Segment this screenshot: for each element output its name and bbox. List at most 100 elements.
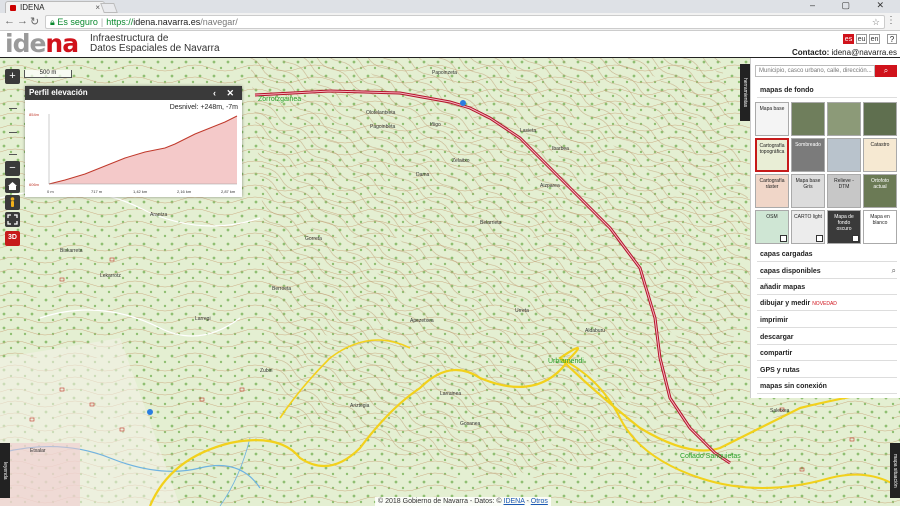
basemap-tile[interactable]: Sombreado — [791, 138, 825, 172]
elevation-xtick: 717 m — [91, 189, 103, 194]
url-path: /navegar/ — [200, 17, 238, 27]
menu-available-layers[interactable]: capas disponibles — [760, 268, 821, 275]
map-summit-label: Zorrotzgainea — [258, 96, 302, 103]
map-label: Gosanea — [460, 421, 481, 427]
basemap-tile[interactable]: Catastro — [863, 138, 897, 172]
lang-eu-button[interactable]: eu — [856, 34, 867, 44]
map-label: Apezetxea — [410, 318, 434, 324]
browser-menu-icon[interactable]: ⋮ — [886, 15, 896, 26]
menu-loaded-layers[interactable]: capas cargadas — [760, 251, 813, 258]
basemap-tile[interactable]: Mapa en blanco — [863, 210, 897, 244]
tab-close-icon[interactable]: × — [95, 2, 100, 13]
elevation-xtick: 2,16 km — [177, 189, 192, 194]
basemap-tile[interactable]: Mapa base — [755, 102, 789, 136]
menu-share[interactable]: compartir — [760, 350, 792, 357]
map-label: Belarrieta — [480, 220, 502, 226]
attribution-others-link[interactable]: Otros — [531, 498, 548, 505]
menu-draw-measure[interactable]: dibujar y medir NOVEDAD — [760, 300, 837, 307]
basemap-tile[interactable]: Mapa de fondo oscuro — [827, 210, 861, 244]
map-label: Gorreta — [305, 236, 322, 242]
basemap-tile[interactable] — [827, 138, 861, 172]
lock-icon: 🔒︎ — [50, 17, 55, 27]
divider — [757, 294, 897, 295]
attribution-idena-link[interactable]: IDENA — [504, 498, 525, 505]
url-separator: | — [100, 17, 104, 27]
map-label: Lekarrotz — [100, 273, 121, 279]
lang-en-button[interactable]: en — [869, 34, 880, 44]
map-label: Arantza — [150, 212, 168, 218]
browser-tab[interactable]: IDENA × — [5, 1, 105, 13]
search-button[interactable]: ⌕ — [875, 65, 897, 77]
basemap-tile-selected[interactable]: Cartografía topográfica — [755, 138, 789, 172]
search-icon[interactable]: ⌕ — [892, 266, 896, 276]
elevation-ymax: 854m — [29, 112, 40, 117]
elevation-ymin: 606m — [29, 182, 40, 187]
basemap-tile[interactable]: Cartografía ráster — [755, 174, 789, 208]
url-field[interactable]: 🔒︎ Es seguro | https://idena.navarra.es/na… — [45, 15, 885, 29]
reload-icon[interactable]: ↻ — [30, 15, 39, 28]
divider — [757, 360, 897, 361]
bookmark-star-icon[interactable]: ☆ — [872, 16, 880, 28]
elevation-panel-controls[interactable]: ‹ ✕ — [213, 86, 238, 100]
menu-offline-maps[interactable]: mapas sin conexión — [760, 383, 827, 390]
menu-download[interactable]: descargar — [760, 334, 793, 341]
elevation-xtick: 1,42 km — [133, 189, 148, 194]
legend-tab[interactable]: leyenda — [0, 443, 10, 498]
3d-view-button[interactable]: 3D — [5, 231, 20, 246]
basemap-tile[interactable]: Ortofoto actual — [863, 174, 897, 208]
scale-bar: 500 m — [24, 70, 72, 78]
url-scheme: https:// — [106, 17, 134, 27]
zoom-tick — [9, 132, 17, 133]
zoom-out-button[interactable]: − — [5, 161, 20, 176]
basemap-tile[interactable]: Mapa base Gris — [791, 174, 825, 208]
menu-gps-routes[interactable]: GPS y rutas — [760, 367, 800, 374]
map-pass-label: Collado Sanquietas — [680, 453, 741, 460]
map-label: Ariztegia — [350, 403, 370, 409]
elevation-xtick: 0 m — [47, 189, 54, 194]
forward-icon[interactable]: → — [17, 15, 28, 27]
browser-tab-bar: IDENA × – ▢ ✕ — [0, 0, 900, 13]
zoom-tick — [9, 154, 17, 155]
back-icon[interactable]: ← — [4, 15, 15, 27]
map-summit-label: Urbiamendi — [548, 358, 584, 365]
help-button[interactable]: ? — [887, 34, 897, 44]
new-tab-button[interactable] — [100, 3, 118, 13]
window-controls[interactable]: – ▢ ✕ — [810, 0, 896, 11]
basemap-tile[interactable]: Relieve - DTM — [827, 174, 861, 208]
map-label: Papoinzeta — [432, 70, 458, 76]
street-view-button[interactable] — [5, 195, 20, 210]
divider — [757, 278, 897, 279]
map-label: Larrainea — [440, 391, 462, 397]
tools-toggle-tab[interactable]: herramientas — [740, 64, 750, 121]
divider — [757, 344, 897, 345]
basemap-tile[interactable] — [827, 102, 861, 136]
favicon-icon — [10, 5, 16, 11]
home-button[interactable] — [5, 178, 20, 193]
map-label: Iñigo — [430, 122, 441, 128]
idena-logo[interactable]: idena — [5, 31, 79, 57]
menu-add-maps[interactable]: añadir mapas — [760, 284, 805, 291]
situation-map-tab[interactable]: mapa situación — [890, 443, 900, 498]
zoom-in-button[interactable]: + — [5, 69, 20, 84]
map-label: Aldaburu — [585, 328, 606, 334]
place-search-input[interactable]: Municipio, casco urbano, calle, direcció… — [755, 65, 875, 77]
divider — [757, 377, 897, 378]
menu-print[interactable]: imprimir — [760, 317, 788, 324]
map-label: Berroeta — [272, 286, 292, 292]
map-label: Zubiri — [260, 368, 273, 374]
home-icon — [8, 182, 17, 190]
fullscreen-button[interactable] — [5, 212, 20, 227]
basemap-tile[interactable] — [791, 102, 825, 136]
pegman-icon — [10, 197, 15, 207]
contact-email-link[interactable]: idena@navarra.es — [832, 48, 898, 57]
lang-es-button[interactable]: es — [843, 34, 854, 44]
basemap-tile[interactable]: CARTO light — [791, 210, 825, 244]
attribution-text: © 2018 Gobierno de Navarra - Datos: © — [378, 498, 502, 505]
map-label: Urreta — [515, 308, 529, 314]
basemaps-title[interactable]: mapas de fondo — [760, 87, 814, 94]
basemap-tile[interactable] — [863, 102, 897, 136]
map-label: Dama — [416, 172, 430, 178]
site-header: idena Infraestructura de Datos Espaciale… — [0, 31, 900, 58]
contact-label: Contacto: — [791, 48, 830, 57]
basemap-tile[interactable]: OSM — [755, 210, 789, 244]
